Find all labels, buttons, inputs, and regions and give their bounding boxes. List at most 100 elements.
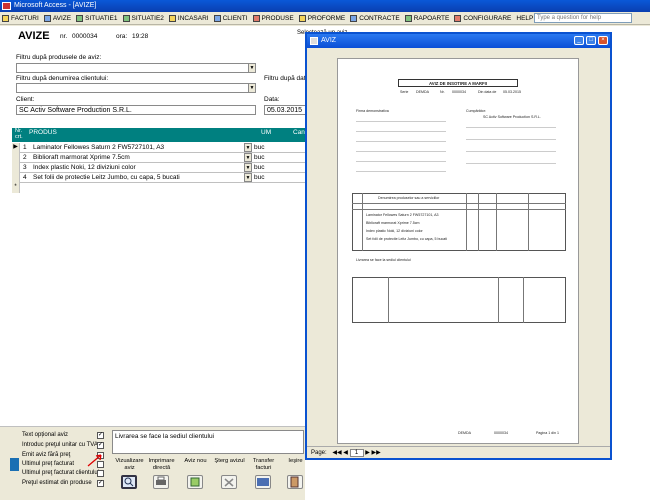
access-app-icon bbox=[2, 2, 11, 10]
document-icon bbox=[43, 14, 51, 22]
window-title: Microsoft Access - [AVIZE] bbox=[14, 2, 97, 9]
imprimare-button[interactable] bbox=[153, 475, 169, 489]
report-table-header: Denumirea produselor sau a serviciilor bbox=[378, 196, 440, 200]
report-serie-label: Serie bbox=[400, 90, 409, 94]
box-icon bbox=[252, 14, 260, 22]
nav-arrow-icon[interactable] bbox=[10, 458, 19, 471]
col-um-header: UM bbox=[261, 129, 272, 136]
filter-product-label: Filtru după produsele de aviz: bbox=[16, 54, 102, 61]
new-record-row[interactable]: * bbox=[12, 183, 312, 193]
row-selector[interactable] bbox=[12, 153, 20, 163]
dropdown-arrow-icon[interactable]: ▼ bbox=[244, 173, 252, 182]
menu-facturi[interactable]: FACTURI bbox=[2, 12, 39, 25]
maximize-button[interactable]: □ bbox=[586, 36, 596, 45]
filter-client-combo[interactable]: ▼ bbox=[16, 83, 256, 93]
next-page-icon[interactable]: ▶ bbox=[365, 450, 370, 456]
menu-incasari[interactable]: INCASARI bbox=[168, 12, 209, 25]
report-window-title: AVIZ bbox=[321, 37, 337, 44]
report-cumparator-value: SC Activ Software Production S.R.L. bbox=[483, 115, 541, 119]
dropdown-arrow-icon[interactable]: ▼ bbox=[248, 84, 255, 92]
report-signature-block bbox=[352, 277, 566, 323]
report-item-3: Index plastic Noki, 12 diviziuni color bbox=[366, 229, 423, 233]
report-heading: AVIZ DE INSOTIRE A MARFII bbox=[398, 79, 518, 87]
last-page-icon[interactable]: ▶▶ bbox=[372, 450, 381, 456]
data-label: Data: bbox=[264, 96, 280, 103]
table-row[interactable]: 3 Index plastic Noki, 12 diviziuni color… bbox=[12, 163, 312, 173]
report-item-2: Biblioraft marmorat Xprime 7.5cm bbox=[366, 221, 420, 225]
report-page-label: Pagina 1 din 1 bbox=[536, 431, 559, 435]
report-nav-bar: Page: ◀◀ ◀ 1 ▶ ▶▶ bbox=[307, 446, 610, 458]
page-label: Page: bbox=[311, 450, 327, 456]
row-selector[interactable] bbox=[12, 163, 20, 173]
dropdown-arrow-icon[interactable]: ▼ bbox=[244, 153, 252, 162]
menu-clienti[interactable]: CLIENTI bbox=[213, 12, 248, 25]
nr-value: 0000034 bbox=[72, 33, 98, 40]
report-icon bbox=[76, 14, 84, 22]
row-selector-icon[interactable]: ▶ bbox=[12, 143, 20, 153]
prev-page-icon[interactable]: ◀ bbox=[343, 450, 348, 456]
printer-icon bbox=[156, 476, 166, 485]
transfer-icon bbox=[257, 478, 269, 486]
menu-contracte[interactable]: CONTRACTE bbox=[350, 12, 400, 25]
menu-produse[interactable]: PRODUSE bbox=[252, 12, 294, 25]
ultimul-pret-client-checkbox[interactable] bbox=[97, 470, 104, 477]
minimize-button[interactable]: _ bbox=[574, 36, 584, 45]
pret-estimat-checkbox[interactable]: ✓ bbox=[97, 480, 104, 487]
menu-situatie2[interactable]: SITUATIE2 bbox=[122, 12, 164, 25]
data-field[interactable]: 05.03.2015 bbox=[264, 105, 308, 115]
products-grid-header: Nr. crt. PRODUS UM Canti bbox=[12, 128, 312, 142]
table-row[interactable]: 2 Biblioraft marmorat Xprime 7.5cm ▼ buc bbox=[12, 153, 312, 163]
filter-client-label: Filtru după denumirea clientului: bbox=[16, 75, 109, 82]
report-livrare: Livrarea se face la sediul clientului bbox=[356, 258, 411, 262]
report-preview-window: AVIZ _ □ × AVIZ DE INSOTIRE A MARFII Ser… bbox=[305, 32, 612, 460]
first-page-icon[interactable]: ◀◀ bbox=[332, 450, 341, 456]
menu-rapoarte[interactable]: RAPOARTE bbox=[404, 12, 449, 25]
report-serie-value: DEMDA bbox=[416, 90, 429, 94]
page-number-input[interactable]: 1 bbox=[349, 449, 364, 457]
transfer-button[interactable] bbox=[255, 475, 271, 489]
client-label: Client: bbox=[16, 96, 35, 103]
menu-proforme[interactable]: PROFORME bbox=[298, 12, 345, 25]
ora-value: 19:28 bbox=[132, 33, 149, 40]
report-footer-nr: 0000034 bbox=[494, 431, 508, 435]
text-optional-checkbox[interactable]: ✓ bbox=[97, 432, 104, 439]
col-produs-header: PRODUS bbox=[29, 129, 57, 136]
table-row[interactable]: 4 Set folii de protectie Leitz Jumbo, cu… bbox=[12, 173, 312, 183]
ultimul-pret-client-label: Ultimul preţ facturat clientului bbox=[22, 470, 100, 476]
new-row-icon[interactable]: * bbox=[12, 183, 20, 193]
report-icon bbox=[122, 14, 130, 22]
help-search-input[interactable]: Type a question for help bbox=[534, 13, 632, 23]
text-optional-label: Text opțional aviz bbox=[22, 432, 69, 438]
proforma-icon bbox=[298, 14, 306, 22]
menu-avize[interactable]: AVIZE bbox=[43, 12, 71, 25]
transfer-label: Transfer facturi bbox=[252, 458, 275, 471]
new-document-icon bbox=[190, 477, 200, 487]
close-icon[interactable]: × bbox=[598, 36, 608, 45]
pret-estimat-label: Preţul estimat din produse bbox=[22, 480, 92, 486]
introdu-pret-checkbox[interactable]: ✓ bbox=[97, 442, 104, 449]
introdu-pret-label: Introduc preţul unitar cu TVA bbox=[22, 442, 98, 448]
dropdown-arrow-icon[interactable]: ▼ bbox=[244, 163, 252, 172]
report-window-icon bbox=[310, 37, 318, 45]
menu-situatie1[interactable]: SITUATIE1 bbox=[76, 12, 118, 25]
iesire-button[interactable] bbox=[287, 475, 303, 489]
row-selector[interactable] bbox=[12, 173, 20, 183]
sterg-button[interactable] bbox=[221, 475, 237, 489]
filter-product-combo[interactable]: ▼ bbox=[16, 63, 256, 73]
vizualizare-button[interactable] bbox=[121, 475, 137, 489]
dropdown-arrow-icon[interactable]: ▼ bbox=[248, 64, 255, 72]
report-window-titlebar: AVIZ _ □ × bbox=[307, 34, 610, 48]
text-optional-field[interactable]: Livrarea se face la sediul clientului bbox=[112, 430, 304, 454]
dropdown-arrow-icon[interactable]: ▼ bbox=[244, 143, 252, 152]
table-row[interactable]: ▶ 1 Laminator Fellowes Saturn 2 FW572710… bbox=[12, 143, 312, 153]
col-nr-header: Nr. crt. bbox=[15, 128, 23, 140]
aviz-nou-button[interactable] bbox=[187, 475, 203, 489]
client-field[interactable]: SC Activ Software Production S.R.L. bbox=[16, 105, 256, 115]
report-footer-serie: DEMDA bbox=[458, 431, 471, 435]
filter-date-label: Filtru după dată bbox=[264, 75, 310, 82]
menu-help[interactable]: HELP bbox=[516, 12, 533, 25]
people-icon bbox=[213, 14, 221, 22]
menu-configurare[interactable]: CONFIGURARE bbox=[454, 12, 511, 25]
menu-bar: FACTURI AVIZE SITUATIE1 SITUATIE2 INCASA… bbox=[0, 12, 650, 25]
imprimare-label: Imprimare directă bbox=[148, 458, 175, 471]
